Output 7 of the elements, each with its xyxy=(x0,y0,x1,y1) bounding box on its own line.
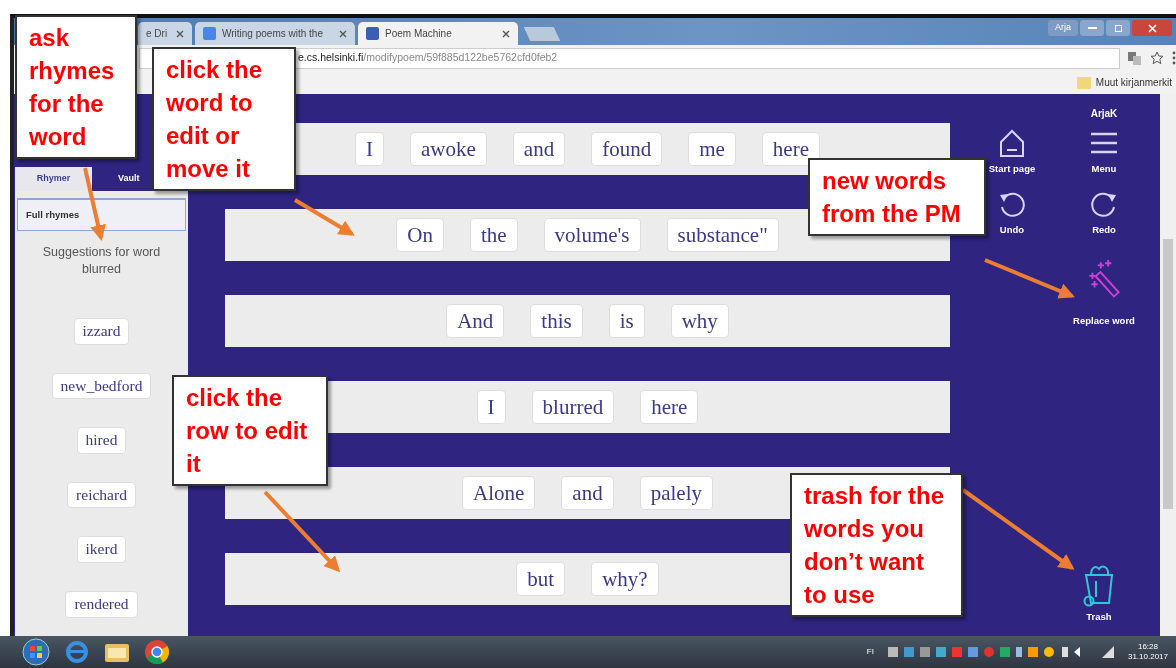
annotation-tooltip: new words from the PM xyxy=(808,158,986,236)
suggestions-caption: Suggestions for word blurred xyxy=(41,244,162,278)
annotation-tooltip: ask rhymes for the word xyxy=(15,15,137,159)
annotation-tooltip: click the row to edit it xyxy=(172,375,328,486)
annotation-tooltip: click the word to edit or move it xyxy=(152,47,296,191)
user-name: ArjaK xyxy=(1090,107,1118,121)
annotation-tooltip: trash for the words you don’t want to use xyxy=(790,473,963,617)
